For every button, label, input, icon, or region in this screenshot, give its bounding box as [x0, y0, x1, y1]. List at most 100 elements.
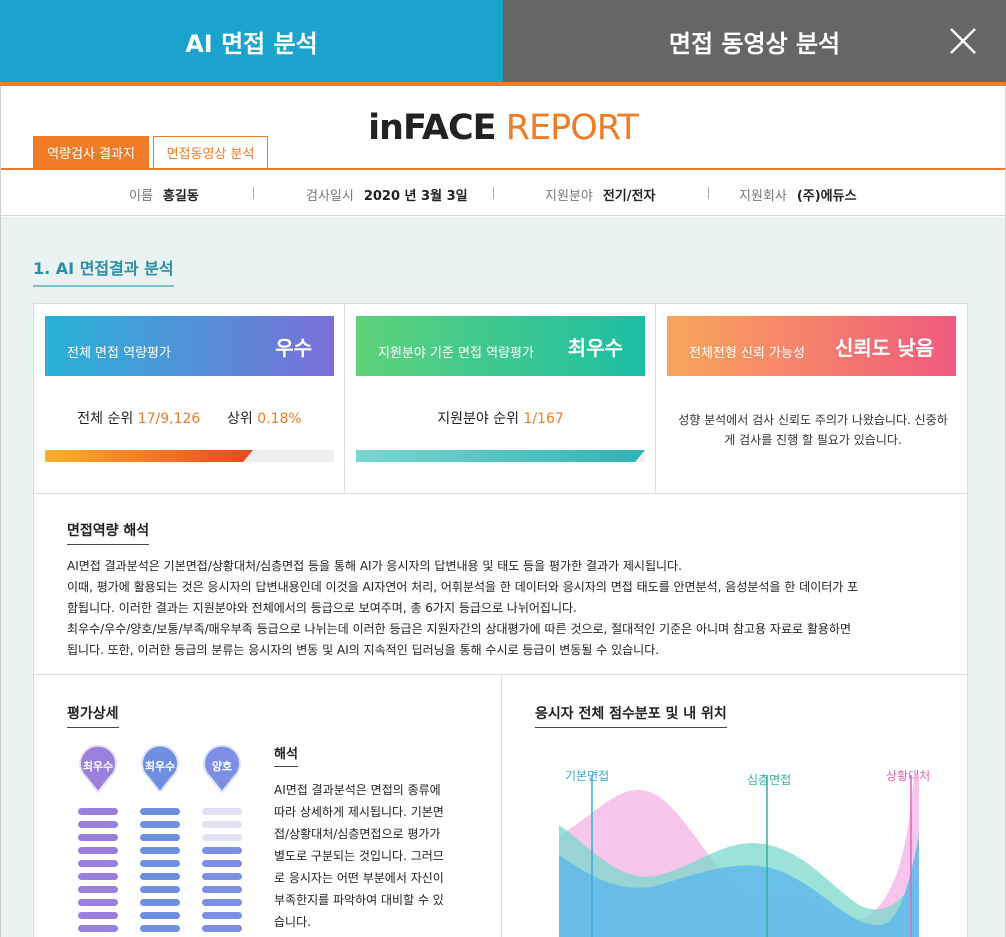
info-company-label: 지원회사	[739, 189, 787, 204]
grade-pin: 최우수	[78, 744, 118, 794]
grade-level-segment	[78, 925, 118, 932]
rank-bar	[45, 450, 334, 462]
subtab-video[interactable]: 면접동영상 분석	[153, 136, 268, 168]
grade-level-segment	[78, 860, 118, 867]
close-button[interactable]	[948, 26, 978, 56]
detail-interp-line: 따라 상세하게 제시됩니다. 기본면	[274, 805, 444, 819]
card-title: 전체 면접 역량평가	[67, 346, 171, 361]
grade-level-segment	[202, 847, 242, 854]
grade-level-segment	[140, 860, 180, 867]
detail-interp-line: 접/상황대처/심층면접으로 평가가	[274, 827, 441, 841]
detail-interp-line: 습니다.	[274, 915, 311, 929]
grade-level-segment	[140, 925, 180, 932]
report-suffix: REPORT	[495, 108, 639, 148]
grade-level-segment	[140, 834, 180, 841]
grade-level-segment	[78, 912, 118, 919]
grade-level-segment	[78, 873, 118, 880]
card-grade: 신뢰도 낮음	[835, 336, 934, 360]
tab-video-analysis[interactable]: 면접 동영상 분석	[503, 0, 1006, 82]
rank-label: 전체 순위	[77, 411, 134, 427]
info-date: 검사일시 2020 년 3월 3일	[306, 185, 468, 204]
interpretation-line: 함됩니다. 이러한 결과는 지원분야와 전체에서의 등급으로 보여주며, 총 6…	[67, 601, 577, 615]
top-label: 상위	[227, 411, 253, 427]
grade-level-stack	[202, 808, 242, 937]
detail-title: 평가상세	[67, 703, 119, 728]
report-title: inFACE REPORT	[1, 108, 1005, 148]
grade-pin: 양호	[202, 744, 242, 794]
grade-level-segment	[78, 834, 118, 841]
grade-level-segment	[202, 834, 242, 841]
detail-section: 평가상세 최우수 최우수 양호 해석 AI면접 결과분석은 면접의 종류에 따라…	[34, 675, 502, 937]
grade-level-segment	[202, 899, 242, 906]
grade-level-segment	[140, 873, 180, 880]
card-rank: 전체 순위 17/9,126 상위 0.18%	[34, 408, 345, 428]
card-rank: 지원분야 순위 1/167	[345, 408, 656, 428]
grade-level-segment	[78, 808, 118, 815]
card-title: 지원분야 기준 면접 역량평가	[378, 346, 534, 361]
result-panel: 전체 면접 역량평가 우수 전체 순위 17/9,126 상위 0.18% 지원…	[33, 303, 968, 937]
info-date-label: 검사일시	[306, 189, 354, 204]
report-frame: inFACE REPORT 역량검사 결과지 면접동영상 분석 이름 홍길동 검사…	[0, 86, 1006, 937]
detail-interp-line: 로 응시자는 어떤 부분에서 자신이	[274, 871, 444, 885]
info-company-value: (주)에듀스	[796, 189, 857, 204]
rank-bar-fill	[356, 450, 645, 462]
grade-level-segment	[140, 808, 180, 815]
rank-label: 지원분야 순위	[437, 411, 519, 427]
grade-level-segment	[78, 899, 118, 906]
card-grade: 최우수	[567, 336, 623, 360]
interpretation-text: AI면접 결과분석은 기본면접/상황대처/심층면접 등을 통해 AI가 응시자의…	[67, 556, 937, 661]
subtab-result[interactable]: 역량검사 결과지	[33, 136, 149, 168]
detail-interp-line: 별도로 구분되는 것입니다. 그러므	[274, 849, 444, 863]
card-overall-eval: 전체 면접 역량평가 우수 전체 순위 17/9,126 상위 0.18%	[34, 304, 345, 494]
interpretation-line: 최우수/우수/양호/보통/부족/매우부족 등급으로 나뉘는데 이러한 등급은 지…	[67, 622, 851, 636]
info-separator	[708, 187, 709, 199]
distribution-section: 응시자 전체 점수분포 및 내 위치 기본면접 심층면접 상황대처	[502, 675, 967, 937]
report-body: 1. AI 면접결과 분석 전체 면접 역량평가 우수 전체 순위 17/9,1…	[1, 217, 1005, 937]
grade-level-segment	[140, 886, 180, 893]
grade-level-segment	[140, 821, 180, 828]
card-reliability: 전체전형 신뢰 가능성 신뢰도 낮음 성향 분석에서 검사 신뢰도 주의가 나왔…	[656, 304, 967, 494]
grade-level-segment	[78, 886, 118, 893]
info-name-value: 홍길동	[162, 189, 199, 204]
info-date-value: 2020 년 3월 3일	[363, 189, 468, 204]
card-header: 지원분야 기준 면접 역량평가 최우수	[356, 316, 645, 376]
grade-pin: 최우수	[140, 744, 180, 794]
grade-level-stack	[140, 808, 180, 937]
interpretation-line: AI면접 결과분석은 기본면접/상황대처/심층면접 등을 통해 AI가 응시자의…	[67, 559, 682, 573]
grade-level-segment	[202, 821, 242, 828]
info-company: 지원회사 (주)에듀스	[739, 185, 857, 204]
grade-level-segment	[78, 847, 118, 854]
grade-level-segment	[202, 873, 242, 880]
detail-interp-line: AI면접 결과분석은 면접의 종류에	[274, 783, 441, 797]
card-grade: 우수	[275, 336, 312, 360]
top-tab-bar: AI 면접 분석 면접 동영상 분석	[0, 0, 1006, 82]
detail-interp-line: 부족한지를 파악하여 대비할 수 있	[274, 893, 444, 907]
interpretation-section: 면접역량 해석 AI면접 결과분석은 기본면접/상황대처/심층면접 등을 통해 …	[34, 493, 967, 675]
card-title: 전체전형 신뢰 가능성	[689, 346, 805, 361]
grade-level-segment	[202, 912, 242, 919]
grade-pin-label: 양호	[211, 760, 233, 773]
reliability-note: 성향 분석에서 검사 신뢰도 주의가 나왔습니다. 신중하게 검사를 진행 할 …	[678, 413, 948, 447]
grade-level-segment	[202, 860, 242, 867]
grade-level-segment	[202, 886, 242, 893]
grade-level-stack	[78, 808, 118, 937]
info-name: 이름 홍길동	[129, 185, 199, 204]
grade-pin-label: 최우수	[144, 760, 176, 773]
info-separator	[493, 187, 494, 199]
grade-level-segment	[78, 821, 118, 828]
card-header: 전체 면접 역량평가 우수	[45, 316, 334, 376]
score-distribution-chart	[559, 775, 919, 937]
interpretation-title: 면접역량 해석	[67, 520, 150, 545]
card-field-eval: 지원분야 기준 면접 역량평가 최우수 지원분야 순위 1/167	[345, 304, 656, 494]
grade-level-segment	[140, 912, 180, 919]
grade-level-segment	[202, 808, 242, 815]
info-separator	[253, 187, 254, 199]
tab-ai-analysis[interactable]: AI 면접 분석	[0, 0, 503, 82]
info-field: 지원분야 전기/전자	[545, 185, 655, 204]
rank-bar	[356, 450, 645, 462]
close-icon	[950, 28, 976, 54]
interpretation-line: 이때, 평가에 활용되는 것은 응시자의 답변내용인데 이것을 AI자연어 처리…	[67, 580, 859, 594]
tab-video-analysis-label: 면접 동영상 분석	[668, 29, 841, 58]
rank-bar-fill	[45, 450, 253, 462]
info-name-label: 이름	[129, 189, 153, 204]
